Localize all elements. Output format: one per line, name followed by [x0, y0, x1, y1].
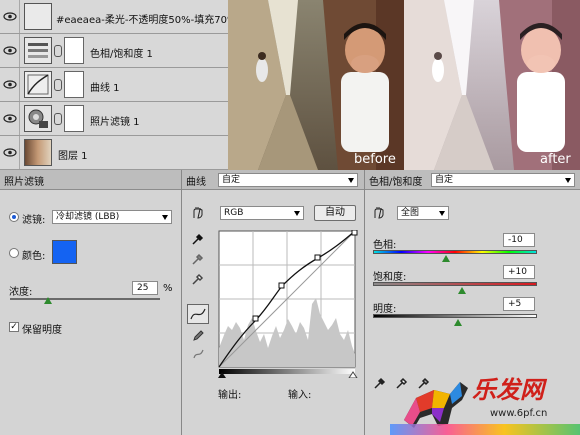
photo-after: after: [404, 0, 580, 170]
density-unit: %: [163, 283, 173, 294]
hue-slider-thumb[interactable]: [442, 255, 450, 262]
hue-preset-value: 自定: [435, 175, 454, 185]
lightness-slider-thumb[interactable]: [454, 319, 462, 326]
smooth-icon[interactable]: [191, 346, 205, 360]
layer-row-image[interactable]: 图层 1: [0, 136, 228, 170]
pencil-icon[interactable]: [191, 328, 205, 342]
curves-preset-value: 自定: [222, 175, 241, 185]
lightness-slider-track[interactable]: [373, 314, 537, 318]
chevron-down-icon: [162, 215, 168, 220]
color-radio[interactable]: [9, 248, 19, 258]
visibility-eye-icon[interactable]: [0, 0, 20, 33]
watermark-logo: 乐发网 www.6pf.cn: [390, 368, 580, 435]
panel-title: 曲线: [186, 177, 206, 188]
visibility-eye-icon[interactable]: [0, 136, 20, 169]
curves-panel: 曲线 自定 RGB 自动 输出: 输入:: [182, 170, 365, 435]
watermark-url: www.6pf.cn: [490, 408, 548, 419]
density-input[interactable]: 25: [132, 281, 158, 295]
saturation-label: 饱和度:: [373, 272, 407, 283]
link-icon: [54, 113, 62, 125]
panel-title: 色相/饱和度: [369, 177, 423, 188]
color-swatch[interactable]: [52, 240, 77, 264]
range-value: 全图: [401, 208, 420, 218]
before-label: before: [354, 152, 396, 167]
preserve-luminosity-checkbox[interactable]: ✓: [9, 322, 19, 332]
photo-filter-adjustment-icon: [24, 105, 52, 132]
output-label: 输出:: [218, 390, 242, 401]
on-image-adjust-icon[interactable]: [190, 205, 204, 219]
panel-header: 曲线 自定: [182, 170, 364, 190]
gray-point-eyedropper-icon[interactable]: [191, 252, 205, 266]
range-select[interactable]: 全图: [397, 206, 449, 220]
curves-graph[interactable]: [218, 230, 358, 378]
layer-mask[interactable]: [64, 105, 84, 132]
layer-name: 照片滤镜 1: [90, 117, 140, 128]
lightness-input[interactable]: +5: [503, 297, 535, 311]
curves-adjustment-icon: [24, 71, 52, 98]
hue-label: 色相:: [373, 240, 397, 251]
density-label: 浓度:: [9, 287, 33, 298]
visibility-eye-icon[interactable]: [0, 34, 20, 67]
photo-before: before: [228, 0, 404, 170]
image-layer-thumbnail: [24, 139, 52, 166]
chevron-down-icon: [294, 211, 300, 216]
hue-saturation-adjustment-icon: [24, 37, 52, 64]
black-point-eyedropper-icon[interactable]: [191, 232, 205, 246]
eyedropper-icon[interactable]: [373, 376, 387, 390]
input-label: 输入:: [288, 390, 312, 401]
color-label: 颜色:: [22, 251, 46, 262]
link-icon: [54, 79, 62, 91]
layer-name: #eaeaea-柔光-不透明度50%-填充70%: [56, 15, 237, 26]
white-point-eyedropper-icon[interactable]: [191, 272, 205, 286]
layer-name: 曲线 1: [90, 83, 120, 94]
auto-button[interactable]: 自动: [314, 205, 356, 221]
watermark-text: 乐发网: [472, 375, 544, 404]
hue-slider-track[interactable]: [373, 250, 537, 254]
channel-select[interactable]: RGB: [220, 206, 304, 220]
on-image-adjust-icon[interactable]: [371, 205, 385, 219]
density-slider-thumb[interactable]: [44, 297, 52, 304]
hue-input[interactable]: -10: [503, 233, 535, 247]
layer-row-photo-filter[interactable]: 照片滤镜 1: [0, 102, 228, 136]
photo-filter-panel: 照片滤镜 滤镜: 冷却滤镜 (LBB) 颜色: 浓度: 25 % ✓ 保留明度: [0, 170, 182, 435]
filter-select[interactable]: 冷却滤镜 (LBB): [52, 210, 172, 224]
layer-mask[interactable]: [64, 71, 84, 98]
hue-preset-select[interactable]: 自定: [431, 173, 575, 187]
chevron-down-icon: [348, 178, 354, 183]
visibility-eye-icon[interactable]: [0, 102, 20, 135]
layer-row-fill[interactable]: #eaeaea-柔光-不透明度50%-填充70%: [0, 0, 237, 34]
saturation-slider-thumb[interactable]: [458, 287, 466, 294]
saturation-input[interactable]: +10: [503, 265, 535, 279]
layer-thumbnail: [24, 3, 52, 30]
layer-name: 图层 1: [58, 151, 88, 162]
curves-preset-select[interactable]: 自定: [218, 173, 358, 187]
preserve-luminosity-label: 保留明度: [22, 325, 62, 336]
panel-header: 色相/饱和度 自定: [365, 170, 580, 190]
saturation-slider-track[interactable]: [373, 282, 537, 286]
filter-label: 滤镜:: [22, 215, 46, 226]
visibility-eye-icon[interactable]: [0, 68, 20, 101]
filter-select-value: 冷却滤镜 (LBB): [56, 212, 120, 222]
panel-header: 照片滤镜: [0, 170, 181, 190]
channel-value: RGB: [224, 208, 244, 218]
curve-tool-icon: [190, 308, 206, 320]
filter-radio[interactable]: [9, 212, 19, 222]
chevron-down-icon: [565, 178, 571, 183]
after-label: after: [540, 152, 571, 167]
density-slider-track[interactable]: [10, 298, 160, 300]
chevron-down-icon: [439, 211, 445, 216]
link-icon: [54, 45, 62, 57]
curve-point-tool-button[interactable]: [187, 304, 209, 324]
lightness-label: 明度:: [373, 304, 397, 315]
layers-panel: #eaeaea-柔光-不透明度50%-填充70% 色相/饱和度 1 曲线 1 照…: [0, 0, 237, 170]
layer-row-curves[interactable]: 曲线 1: [0, 68, 228, 102]
layer-name: 色相/饱和度 1: [90, 49, 153, 60]
panel-title: 照片滤镜: [4, 177, 44, 188]
layer-row-hue-saturation[interactable]: 色相/饱和度 1: [0, 34, 228, 68]
layer-mask[interactable]: [64, 37, 84, 64]
